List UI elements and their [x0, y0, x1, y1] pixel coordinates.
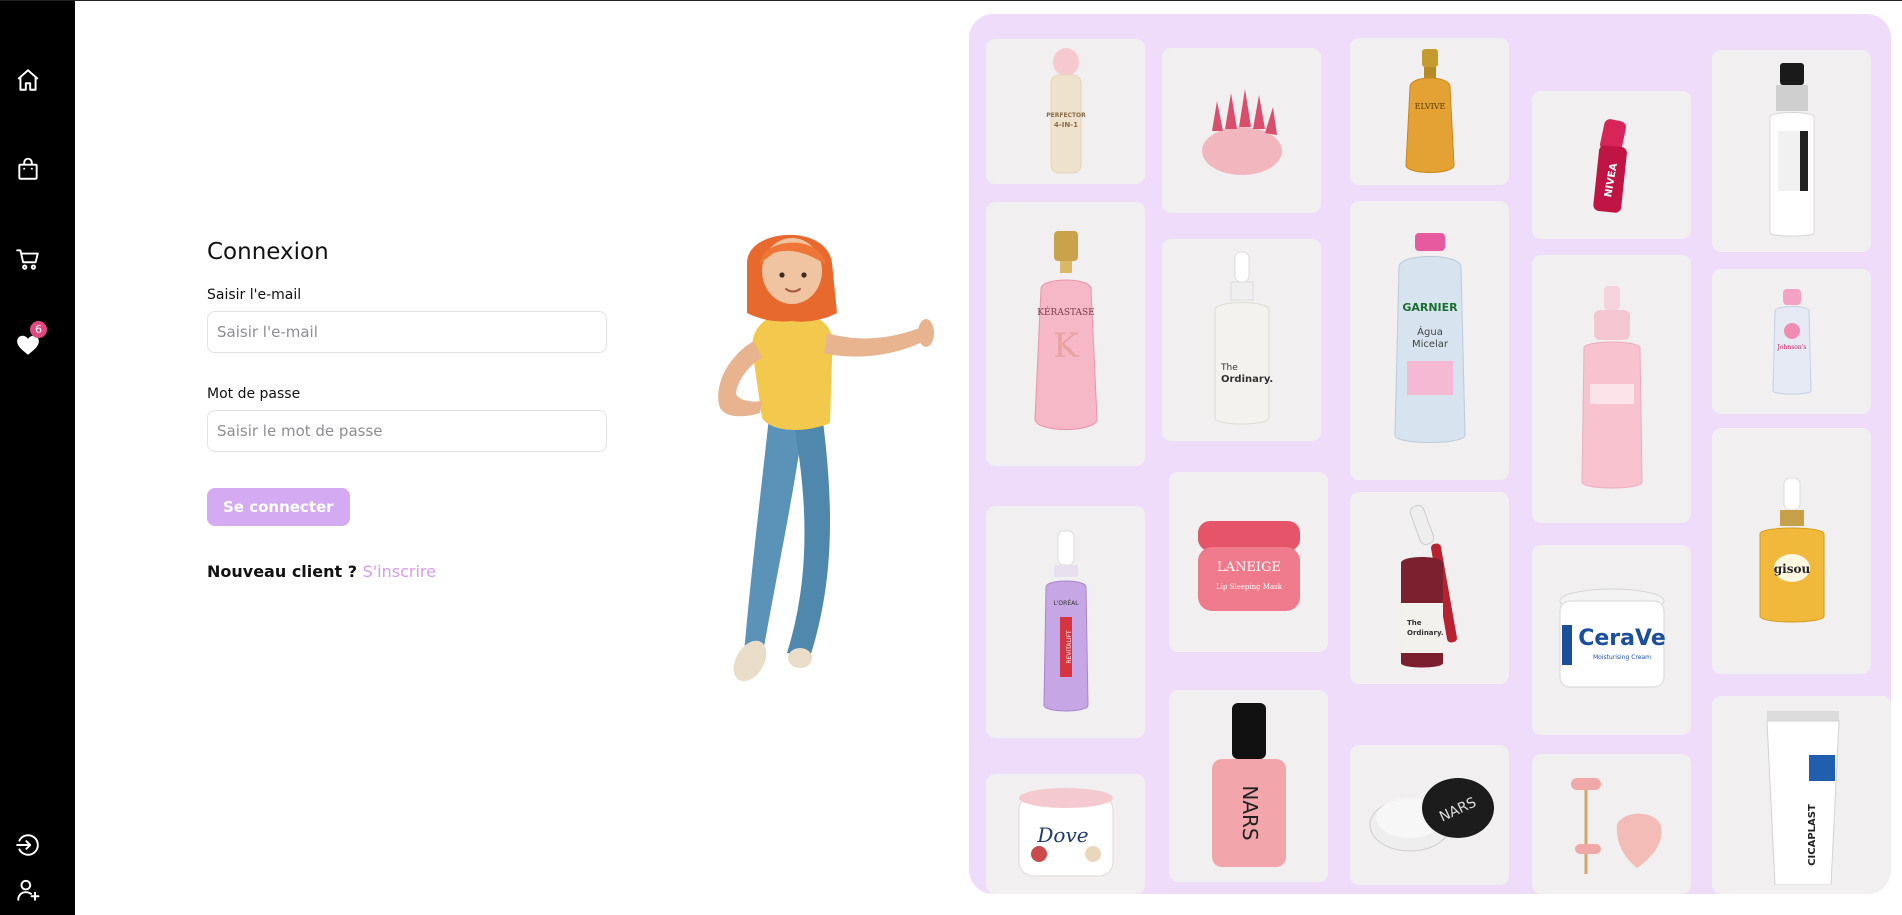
- signup-link[interactable]: S'inscrire: [363, 562, 436, 581]
- svg-text:4-IN-1: 4-IN-1: [1053, 121, 1077, 129]
- home-button[interactable]: [10, 62, 46, 98]
- svg-text:CeraVe: CeraVe: [1578, 626, 1666, 651]
- home-icon: [17, 69, 39, 91]
- svg-text:K: K: [1053, 326, 1079, 366]
- product-card: NIVEA: [1532, 91, 1691, 239]
- product-card: The Ordinary.: [1162, 239, 1321, 441]
- product-card: PERFECTOR 4-IN-1: [986, 39, 1145, 184]
- svg-text:The: The: [1220, 363, 1238, 373]
- svg-text:REVITALIFT: REVITALIFT: [1066, 630, 1073, 664]
- lip-balm-image: NIVEA: [1592, 119, 1627, 213]
- svg-text:The: The: [1407, 619, 1422, 627]
- body-oil-image: gisou: [1759, 477, 1824, 623]
- jade-roller-image: [1570, 778, 1662, 874]
- bag-icon: [18, 157, 38, 180]
- product-card: KÉRASTASE K: [986, 202, 1145, 466]
- svg-text:PERFECTOR: PERFECTOR: [1046, 112, 1086, 119]
- svg-text:NARS: NARS: [1238, 785, 1262, 840]
- svg-text:ELVIVE: ELVIVE: [1414, 102, 1445, 111]
- lip-mask-image: LANEIGE Lip Sleeping Mask: [1197, 521, 1300, 611]
- product-card: [1532, 255, 1691, 523]
- product-card: Dove: [986, 774, 1145, 894]
- svg-text:Dove: Dove: [1036, 823, 1088, 847]
- svg-text:Micelar: Micelar: [1411, 339, 1448, 350]
- product-card: LANEIGE Lip Sleeping Mask: [1169, 472, 1328, 652]
- product-card: CeraVe Moisturising Cream: [1532, 545, 1691, 735]
- password-label: Mot de passe: [207, 386, 301, 402]
- svg-text:LANEIGE: LANEIGE: [1217, 560, 1281, 575]
- hair-oil-image: ELVIVE: [1404, 48, 1455, 173]
- svg-text:Ordinary.: Ordinary.: [1221, 374, 1273, 385]
- svg-text:KÉRASTASE: KÉRASTASE: [1037, 306, 1094, 318]
- pink-lotion-image: [1580, 286, 1643, 489]
- cart-icon: [16, 249, 39, 270]
- cicaplast-tube-image: CICAPLAST: [1765, 711, 1840, 885]
- product-card: NARS: [1169, 690, 1328, 882]
- password-field[interactable]: [207, 410, 607, 452]
- signup-prompt: Nouveau client ? S'inscrire: [207, 562, 607, 581]
- logout-button[interactable]: [10, 827, 46, 863]
- new-client-text: Nouveau client ?: [207, 562, 358, 581]
- svg-text:Ordinary.: Ordinary.: [1407, 629, 1444, 637]
- product-card: Johnson's: [1712, 269, 1871, 414]
- product-card: ELVIVE: [1350, 38, 1509, 185]
- product-card: L'ORÉAL REVITALIFT: [986, 506, 1145, 738]
- peeling-solution-image: The Ordinary.: [1400, 505, 1457, 668]
- email-field[interactable]: [207, 311, 607, 353]
- svg-text:Água: Água: [1417, 325, 1443, 338]
- svg-text:L'ORÉAL: L'ORÉAL: [1053, 599, 1079, 607]
- character-illustration: [718, 234, 934, 682]
- svg-text:Lip Sleeping Mask: Lip Sleeping Mask: [1215, 583, 1282, 591]
- hair-oil-rose-image: KÉRASTASE K: [1033, 231, 1098, 430]
- baby-oil-image: Johnson's: [1771, 288, 1812, 394]
- revitalift-serum-image: L'ORÉAL REVITALIFT: [1042, 530, 1089, 712]
- product-card: CICAPLAST: [1712, 696, 1891, 894]
- body-scrub-image: Dove: [1018, 788, 1113, 877]
- blush-bottle-image: NARS: [1211, 703, 1286, 867]
- product-card: gisou: [1712, 428, 1871, 674]
- svg-text:Moisturising Cream: Moisturising Cream: [1593, 654, 1651, 661]
- wishlist-button[interactable]: 6: [10, 321, 47, 363]
- email-label: Saisir l'e-mail: [207, 287, 302, 303]
- wishlist-count-badge: 6: [30, 321, 47, 338]
- cart-button[interactable]: [10, 241, 46, 277]
- add-user-icon: [17, 879, 40, 901]
- setting-powder-image: NARS: [1369, 778, 1494, 852]
- sidebar: 6: [0, 1, 75, 915]
- product-card: [1162, 48, 1321, 213]
- moisturizing-cream-image: CeraVe Moisturising Cream: [1559, 588, 1666, 688]
- product-card: The Ordinary.: [1350, 492, 1509, 684]
- micellar-water-image: GARNIER Água Micelar: [1393, 232, 1466, 443]
- login-button[interactable]: Se connecter: [207, 488, 350, 526]
- product-card: [1532, 754, 1691, 894]
- svg-text:gisou: gisou: [1773, 562, 1810, 576]
- serum-dropper-image: The Ordinary.: [1214, 251, 1273, 425]
- serum-bottle-image: [1769, 63, 1814, 237]
- product-card: GARNIER Água Micelar: [1350, 201, 1509, 480]
- product-card: [1712, 50, 1871, 252]
- svg-text:CICAPLAST: CICAPLAST: [1807, 804, 1818, 866]
- svg-text:GARNIER: GARNIER: [1402, 301, 1458, 314]
- svg-text:Johnson's: Johnson's: [1776, 344, 1806, 351]
- page-title: Connexion: [207, 239, 329, 265]
- register-button[interactable]: [10, 872, 46, 908]
- password-field-group: Mot de passe: [207, 386, 607, 452]
- login-form: Connexion Saisir l'e-mail Mot de passe S…: [207, 239, 607, 581]
- logout-icon: [16, 834, 39, 856]
- product-collage: PERFECTOR 4-IN-1 KÉRASTASE K L'ORÉAL REV…: [969, 14, 1891, 894]
- product-card: NARS: [1350, 745, 1509, 885]
- email-field-group: Saisir l'e-mail: [207, 287, 607, 353]
- foundation-bottle-image: PERFECTOR 4-IN-1: [1046, 47, 1086, 173]
- scalp-massager-image: [1201, 88, 1282, 175]
- shop-button[interactable]: [10, 151, 46, 187]
